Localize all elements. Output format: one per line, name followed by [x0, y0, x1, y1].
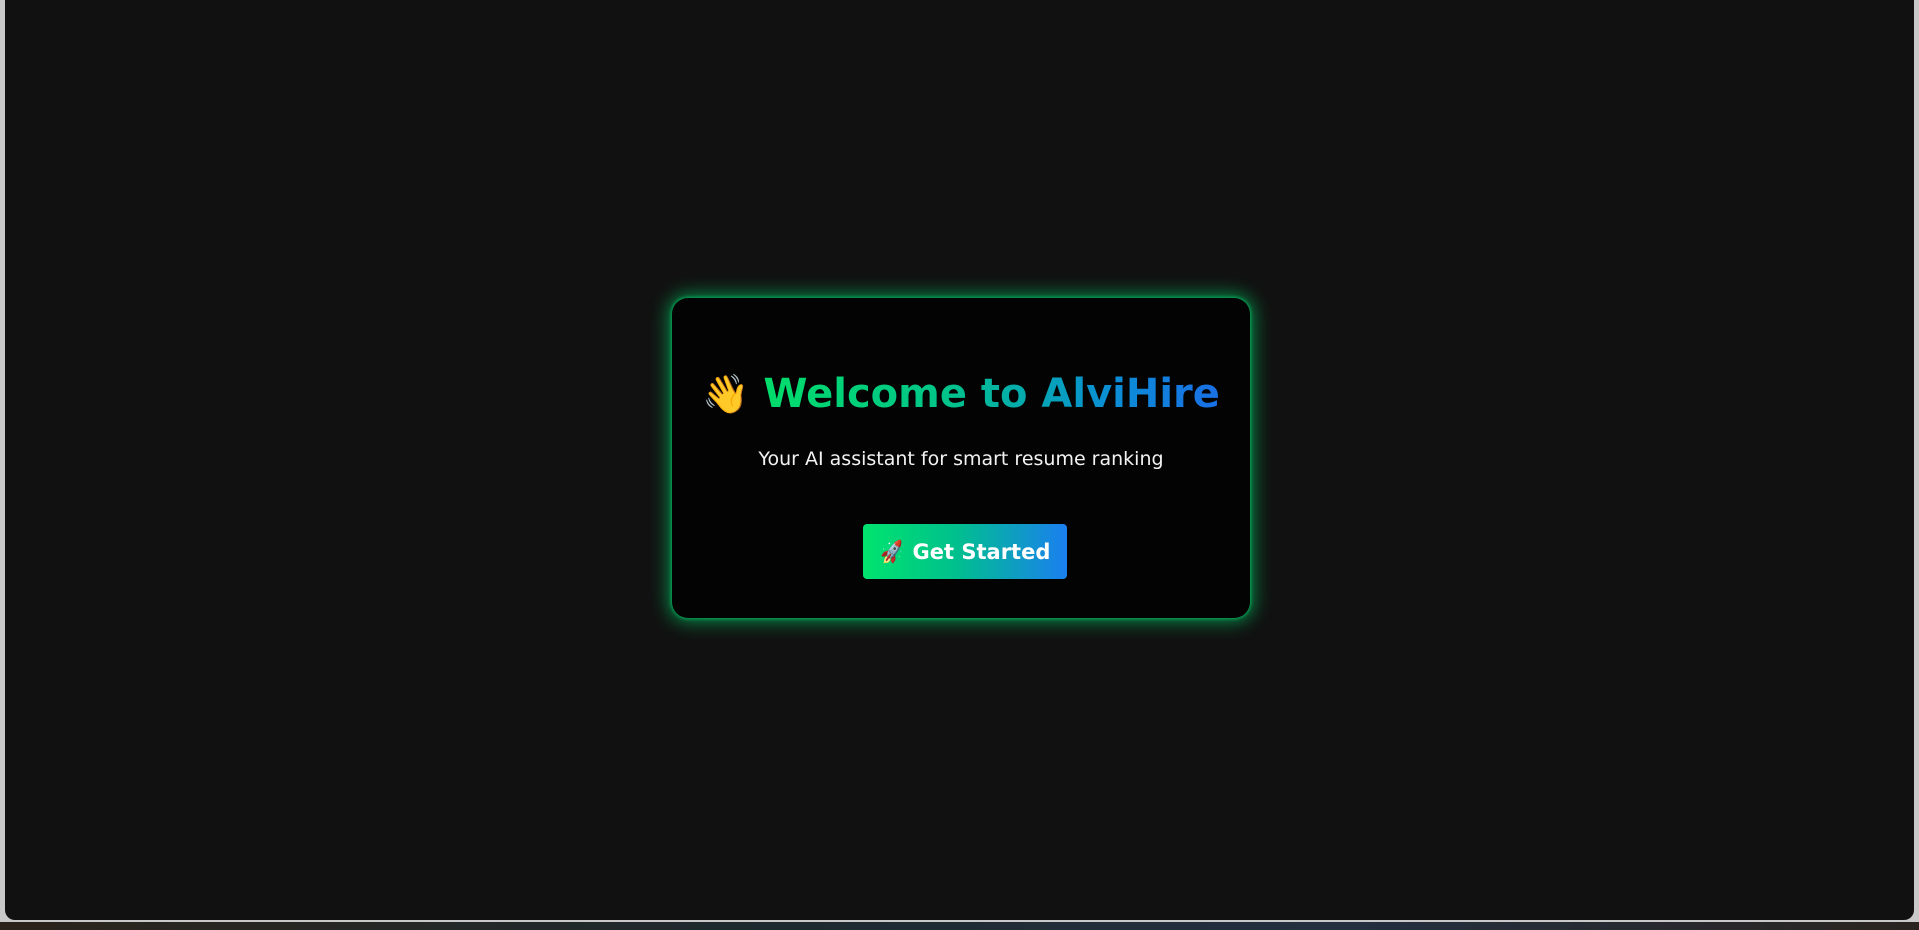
page-title: 👋 Welcome to AlviHire [672, 368, 1250, 420]
get-started-label: Get Started [912, 539, 1051, 564]
welcome-card: 👋 Welcome to AlviHire Your AI assistant f… [672, 298, 1250, 618]
waving-hand-icon: 👋 [702, 372, 750, 416]
tagline: Your AI assistant for smart resume ranki… [758, 448, 1164, 470]
taskbar-edge [0, 922, 1919, 930]
app-viewport: 👋 Welcome to AlviHire Your AI assistant f… [5, 0, 1914, 920]
welcome-heading: Welcome to AlviHire [763, 371, 1220, 417]
get-started-button[interactable]: 🚀 Get Started [863, 524, 1067, 579]
rocket-icon: 🚀 [877, 537, 907, 566]
